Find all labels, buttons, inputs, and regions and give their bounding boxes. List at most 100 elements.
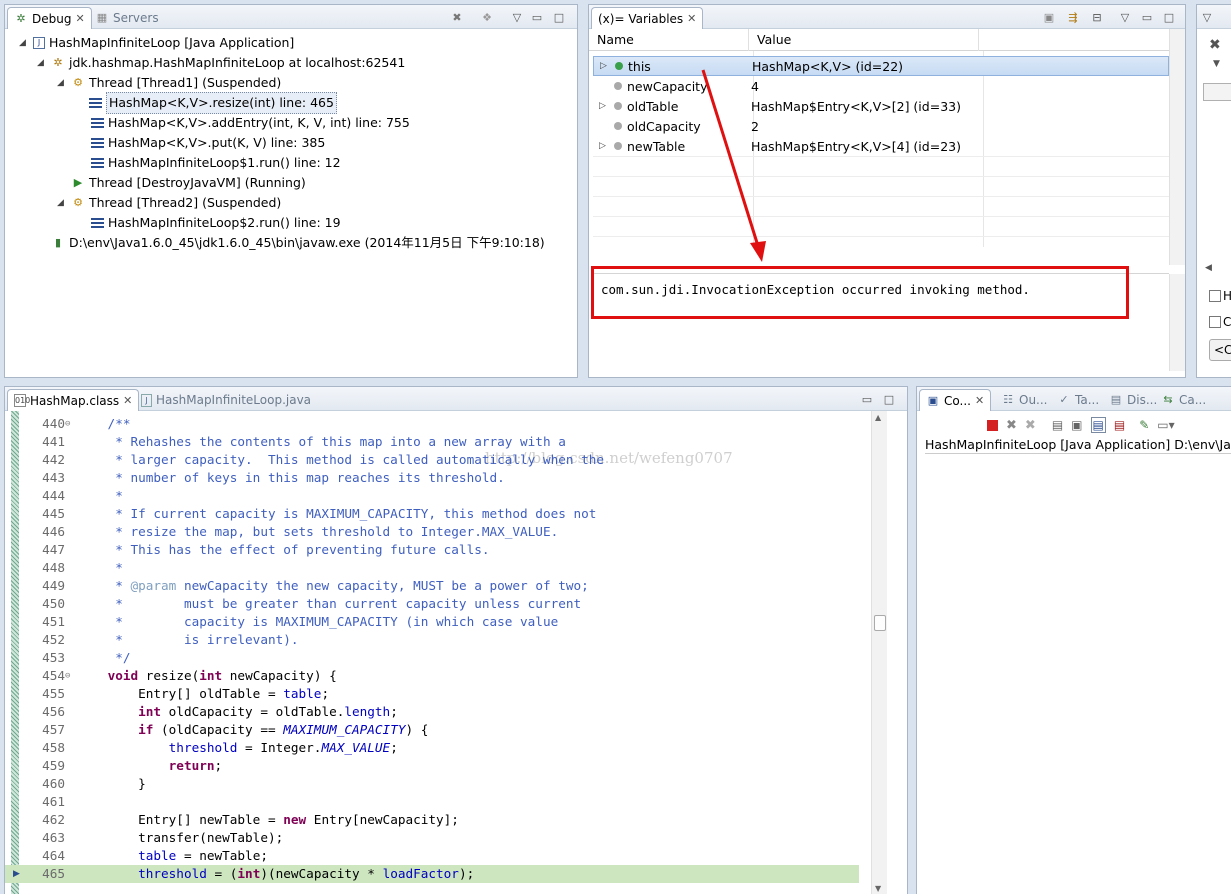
row-divider <box>593 236 1169 237</box>
view-menu-icon[interactable]: ▽ <box>1117 10 1133 26</box>
variable-name-cell: ▷ newTable <box>593 139 743 154</box>
right-partial-close-icon[interactable]: ✖ <box>1209 37 1221 53</box>
code-text: Entry[] newTable = new Entry[newCapacity… <box>77 812 459 827</box>
scroll-down-icon[interactable]: ▼ <box>875 884 881 893</box>
view-menu-icon[interactable]: ▽ <box>1199 10 1215 26</box>
code-text: * Rehashes the contents of this map into… <box>77 434 566 449</box>
collapse-all-icon[interactable]: ⊟ <box>1089 10 1105 26</box>
stack-frame-selected[interactable]: HashMap<K,V>.resize(int) line: 465 <box>89 92 337 114</box>
close-icon[interactable]: ✕ <box>75 12 84 25</box>
editor-scrollbar[interactable]: ▲ ▼ <box>871 411 887 894</box>
pin-console-icon[interactable]: ✎ <box>1139 418 1149 432</box>
scroll-lock-icon[interactable]: ▣ <box>1071 418 1082 432</box>
variable-row-oldtable[interactable]: ▷ oldTable HashMap$Entry<K,V>[2] (id=33) <box>593 96 1169 116</box>
fold-icon[interactable]: ⊖ <box>65 415 70 433</box>
code-line: 443 * number of keys in this map reaches… <box>5 469 859 487</box>
item-button[interactable]: <Cl <box>1209 339 1231 361</box>
scroll-up-icon[interactable]: ▲ <box>875 413 881 422</box>
show-console-stderr-icon[interactable]: ▤ <box>1114 418 1125 432</box>
tab-debug[interactable]: ✲ Debug ✕ <box>7 7 92 29</box>
stack-frame[interactable]: HashMapInfiniteLoop$1.run() line: 12 <box>91 153 341 173</box>
variable-detail-pane[interactable]: com.sun.jdi.InvocationException occurred… <box>591 266 1185 371</box>
open-console-icon[interactable]: ▭▾ <box>1157 418 1174 432</box>
close-icon[interactable]: ✕ <box>123 394 132 407</box>
tree-item-label: HashMapInfiniteLoop$2.run() line: 19 <box>108 215 341 230</box>
close-icon[interactable]: ✕ <box>975 394 984 407</box>
collapse-triangle-icon[interactable]: ◢ <box>19 33 29 53</box>
column-header-value[interactable]: Value <box>749 29 979 51</box>
tab-servers[interactable]: ▦ Servers <box>89 7 165 29</box>
stack-frame[interactable]: HashMap<K,V>.addEntry(int, K, V, int) li… <box>91 113 410 133</box>
clear-console-icon[interactable]: ▤ <box>1052 418 1063 432</box>
line-number: 447 <box>42 542 65 557</box>
remove-launch-icon[interactable]: ✖ <box>1006 418 1017 433</box>
minimize-icon[interactable]: ▭ <box>529 10 545 26</box>
scroll-left-icon[interactable]: ◀ <box>1205 263 1212 273</box>
item-row[interactable]: H <box>1209 289 1231 303</box>
variables-scrollbar[interactable] <box>1169 29 1185 265</box>
show-console-stdout-icon[interactable]: ▤ <box>1090 417 1106 433</box>
tree-item-application[interactable]: ◢ J HashMapInfiniteLoop [Java Applicatio… <box>19 33 294 53</box>
view-menu-icon[interactable]: ▽ <box>509 10 525 26</box>
tree-item-vm[interactable]: ◢ ✲ jdk.hashmap.HashMapInfiniteLoop at l… <box>37 53 405 73</box>
variable-row-newtable[interactable]: ▷ newTable HashMap$Entry<K,V>[4] (id=23) <box>593 136 1169 156</box>
checkbox[interactable] <box>1209 290 1221 302</box>
collapse-icon[interactable]: ▼ <box>1213 59 1220 69</box>
code-text: * number of keys in this map reaches its… <box>77 470 505 485</box>
stack-frame-icon <box>91 158 104 168</box>
show-logical-structure-icon[interactable]: ⇶ <box>1065 10 1081 26</box>
tab-tasks[interactable]: ✓ Ta... <box>1051 389 1105 411</box>
variable-row-this[interactable]: ▷ this HashMap<K,V> (id=22) <box>593 56 1169 76</box>
local-variable-icon <box>614 122 622 130</box>
stack-frame-icon <box>91 218 104 228</box>
tab-variables[interactable]: (x)= Variables ✕ <box>591 7 704 29</box>
minimize-icon[interactable]: ▭ <box>859 392 875 408</box>
remove-all-terminated-icon[interactable]: ✖ <box>1025 418 1036 433</box>
tree-item-thread1[interactable]: ◢ ⚙ Thread [Thread1] (Suspended) <box>57 73 281 93</box>
expand-triangle-icon[interactable]: ▷ <box>600 61 610 71</box>
stack-frame-icon <box>89 98 102 108</box>
minimize-icon[interactable]: ▭ <box>1139 10 1155 26</box>
code-editor[interactable]: http://blog.csdn.net/wefeng0707 440 ⊖ /**… <box>5 411 907 894</box>
tree-item-destroyjavavm[interactable]: ▶ Thread [DestroyJavaVM] (Running) <box>71 173 306 193</box>
tab-outline[interactable]: ☷ Ou... <box>995 389 1054 411</box>
code-line: 450 * must be greater than current capac… <box>5 595 859 613</box>
tab-hashmapinfiniteloop-java[interactable]: J HashMapInfiniteLoop.java <box>135 389 317 411</box>
remove-terminated-icon[interactable]: ✖ <box>449 10 465 26</box>
variable-row-newcapacity[interactable]: newCapacity 4 <box>593 76 1169 96</box>
show-type-names-icon[interactable]: ▣ <box>1041 10 1057 26</box>
collapse-triangle-icon[interactable]: ◢ <box>57 73 67 93</box>
detail-scrollbar[interactable] <box>1169 274 1185 371</box>
maximize-icon[interactable]: □ <box>1161 10 1177 26</box>
collapse-triangle-icon[interactable]: ◢ <box>57 193 67 213</box>
item-row[interactable]: C <box>1209 315 1231 329</box>
expand-triangle-icon[interactable]: ▷ <box>599 141 609 151</box>
code-line: 446 * resize the map, but sets threshold… <box>5 523 859 541</box>
fold-icon[interactable]: ⊖ <box>65 667 70 685</box>
step-filters-icon[interactable]: ❖ <box>479 10 495 26</box>
java-application-icon: J <box>33 37 45 49</box>
tab-console[interactable]: ▣ Co... ✕ <box>919 389 992 411</box>
code-text: * <box>77 560 123 575</box>
column-header-name[interactable]: Name <box>589 29 749 51</box>
line-number: 458 <box>42 740 65 755</box>
terminate-icon[interactable] <box>987 419 998 431</box>
maximize-icon[interactable]: □ <box>551 10 567 26</box>
item-box[interactable] <box>1203 83 1231 101</box>
checkbox[interactable] <box>1209 316 1221 328</box>
maximize-icon[interactable]: □ <box>881 392 897 408</box>
collapse-triangle-icon[interactable]: ◢ <box>37 53 47 73</box>
stack-frame[interactable]: HashMap<K,V>.put(K, V) line: 385 <box>91 133 325 153</box>
editor-scroll-thumb[interactable] <box>874 615 886 631</box>
tree-item-label: Thread [Thread2] (Suspended) <box>89 195 282 210</box>
close-icon[interactable]: ✕ <box>687 12 696 25</box>
tab-hashmap-class[interactable]: 010 HashMap.class ✕ <box>7 389 140 411</box>
variable-row-oldcapacity[interactable]: oldCapacity 2 <box>593 116 1169 136</box>
tree-item-process[interactable]: ▮ D:\env\Java1.6.0_45\jdk1.6.0_45\bin\ja… <box>51 233 545 253</box>
tab-call-hierarchy[interactable]: ⇆ Ca... <box>1155 389 1212 411</box>
code-line: 458 threshold = Integer.MAX_VALUE; <box>5 739 859 757</box>
stack-frame[interactable]: HashMapInfiniteLoop$2.run() line: 19 <box>91 213 341 233</box>
tree-item-thread2[interactable]: ◢ ⚙ Thread [Thread2] (Suspended) <box>57 193 281 213</box>
line-number: 443 <box>42 470 65 485</box>
expand-triangle-icon[interactable]: ▷ <box>599 101 609 111</box>
